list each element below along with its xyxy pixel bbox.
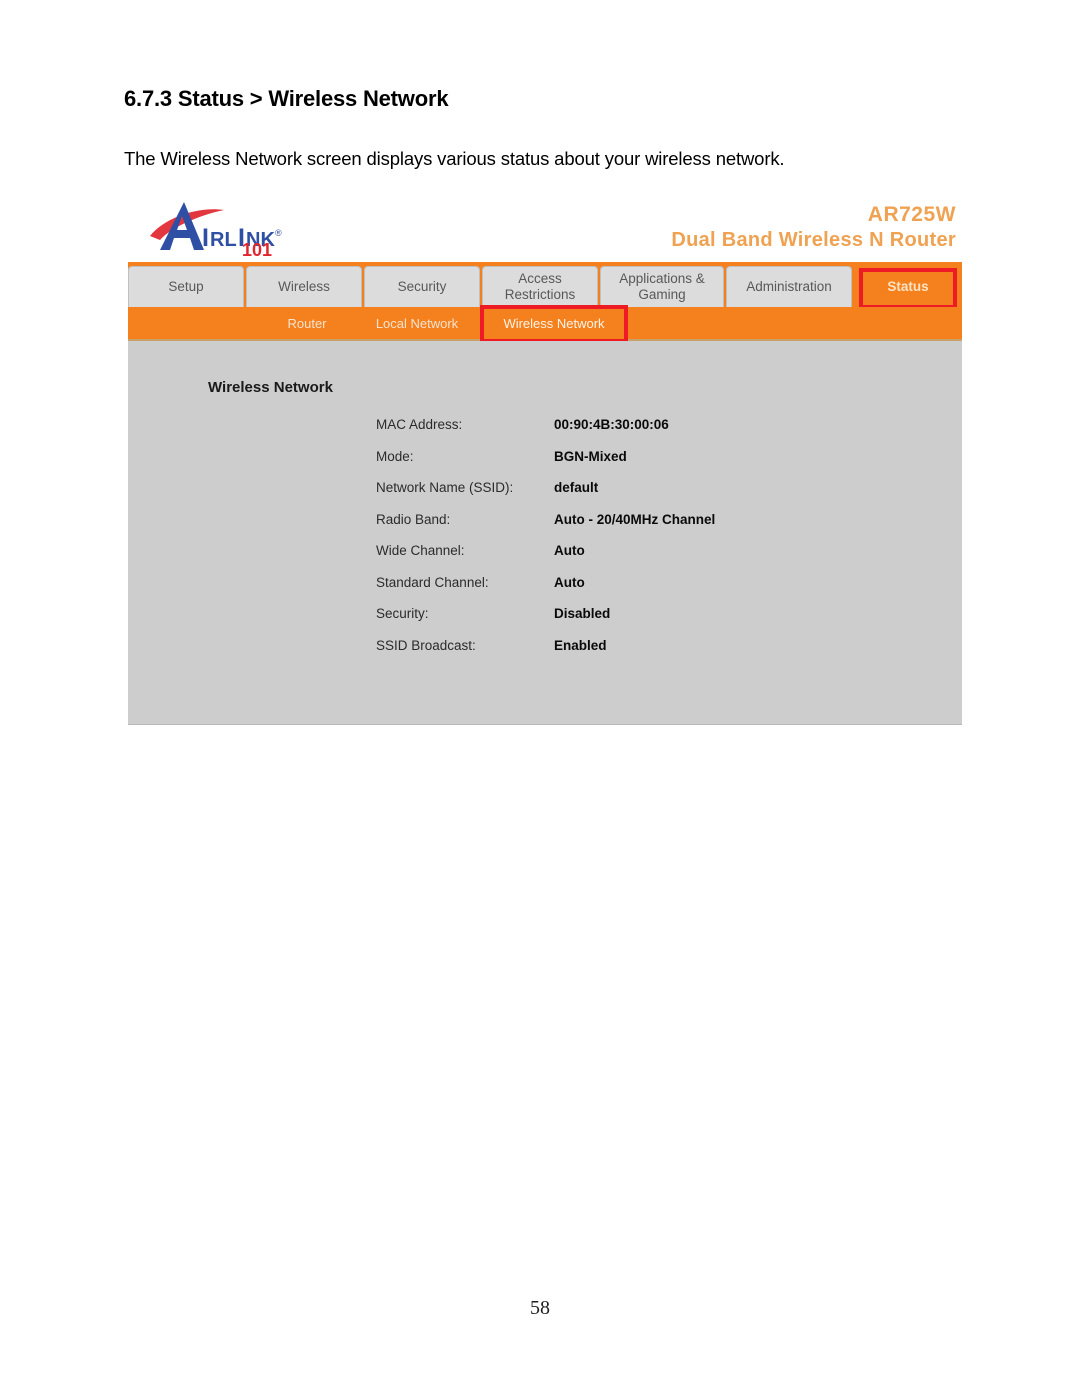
- airlink101-logo: I RL I NK ® 101: [146, 198, 336, 256]
- field-row-security: Security: Disabled: [376, 606, 916, 638]
- panel-title: Wireless Network: [208, 379, 333, 396]
- value-mode: BGN-Mixed: [554, 448, 627, 464]
- main-tab-bar: Setup Wireless Security Access Restricti…: [128, 262, 962, 309]
- svg-text:RL: RL: [210, 229, 237, 251]
- tab-access-restrictions[interactable]: Access Restrictions: [482, 266, 598, 307]
- value-ssid: default: [554, 480, 599, 495]
- tab-administration[interactable]: Administration: [726, 266, 852, 307]
- tab-wireless-label: Wireless: [278, 279, 330, 295]
- label-standard-channel: Standard Channel:: [376, 574, 489, 590]
- label-security: Security:: [376, 606, 429, 621]
- tab-security[interactable]: Security: [364, 266, 480, 307]
- section-paragraph: The Wireless Network screen displays var…: [124, 148, 785, 169]
- subtab-local-network[interactable]: Local Network: [358, 307, 476, 339]
- field-row-radio-band: Radio Band: Auto - 20/40MHz Channel: [376, 512, 916, 544]
- subtab-router-label: Router: [287, 315, 327, 331]
- value-radio-band: Auto - 20/40MHz Channel: [554, 511, 716, 527]
- label-mac-address: MAC Address:: [376, 417, 463, 432]
- subtab-router[interactable]: Router: [262, 307, 352, 339]
- field-row-mac-address: MAC Address: 00:90:4B:30:00:06: [376, 417, 916, 449]
- status-content-panel: Wireless Network MAC Address: 00:90:4B:3…: [128, 341, 962, 725]
- value-ssid-broadcast: Enabled: [554, 637, 607, 653]
- page-number: 58: [530, 1297, 550, 1319]
- value-security: Disabled: [554, 606, 611, 621]
- sub-tab-bar: Router Local Network Wireless Network: [128, 305, 962, 343]
- wireless-status-field-list: MAC Address: 00:90:4B:30:00:06 Mode: BGN…: [376, 417, 916, 669]
- value-standard-channel: Auto: [554, 574, 585, 590]
- subtab-wireless-network-label: Wireless Network: [503, 315, 605, 331]
- router-model-name: AR725W: [867, 203, 956, 226]
- label-mode: Mode:: [376, 448, 414, 464]
- tab-setup[interactable]: Setup: [128, 266, 244, 307]
- svg-text:®: ®: [275, 228, 282, 238]
- field-row-ssid: Network Name (SSID): default: [376, 480, 916, 512]
- router-ui-screenshot: I RL I NK ® 101 AR725W Dual Band Wireles…: [128, 192, 962, 725]
- field-row-wide-channel: Wide Channel: Auto: [376, 543, 916, 575]
- label-wide-channel: Wide Channel:: [376, 543, 465, 558]
- field-row-mode: Mode: BGN-Mixed: [376, 449, 916, 481]
- field-row-standard-channel: Standard Channel: Auto: [376, 575, 916, 607]
- router-header: I RL I NK ® 101 AR725W Dual Band Wireles…: [128, 192, 962, 262]
- tab-access-restrictions-label-line1: Access: [518, 271, 562, 287]
- tab-security-label: Security: [397, 279, 447, 295]
- value-mac-address: 00:90:4B:30:00:06: [554, 417, 669, 432]
- router-model-block: AR725W Dual Band Wireless N Router: [671, 202, 956, 252]
- tab-applications-gaming-label-line1: Applications &: [619, 271, 705, 287]
- subtab-local-network-label: Local Network: [375, 315, 459, 331]
- field-row-ssid-broadcast: SSID Broadcast: Enabled: [376, 638, 916, 670]
- section-heading: 6.7.3 Status > Wireless Network: [124, 86, 449, 111]
- tab-administration-label: Administration: [746, 279, 832, 295]
- router-model-description: Dual Band Wireless N Router: [671, 228, 956, 251]
- tab-applications-gaming[interactable]: Applications & Gaming: [600, 266, 724, 307]
- svg-text:I: I: [202, 224, 208, 252]
- tab-access-restrictions-label-line2: Restrictions: [504, 287, 576, 302]
- tab-status-label: Status: [887, 279, 929, 295]
- airlink101-logo-mark: I RL I NK ® 101: [150, 202, 282, 256]
- tab-setup-label: Setup: [168, 279, 204, 295]
- subtab-wireless-network[interactable]: Wireless Network: [480, 305, 628, 343]
- value-wide-channel: Auto: [554, 543, 585, 558]
- tab-applications-gaming-label-line2: Gaming: [638, 287, 686, 302]
- svg-text:101: 101: [242, 240, 272, 256]
- tab-status[interactable]: Status: [854, 266, 962, 309]
- tab-wireless[interactable]: Wireless: [246, 266, 362, 307]
- label-radio-band: Radio Band:: [376, 511, 451, 527]
- label-ssid: Network Name (SSID):: [376, 480, 514, 495]
- label-ssid-broadcast: SSID Broadcast:: [376, 637, 476, 653]
